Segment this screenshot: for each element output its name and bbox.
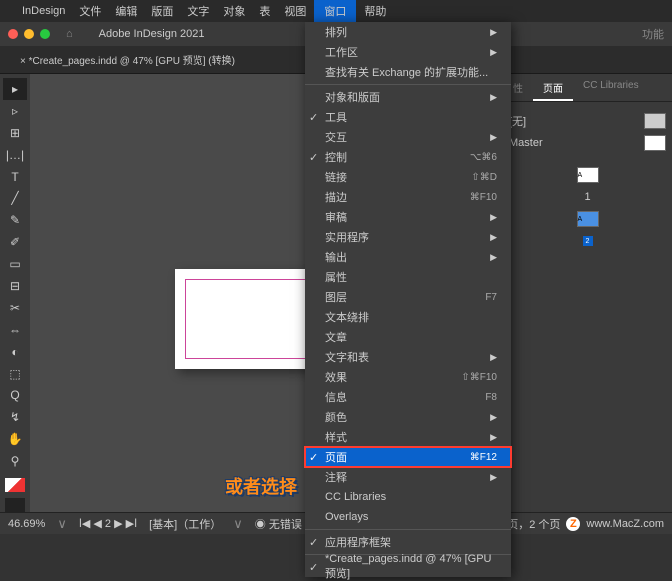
menu-item[interactable]: 样式▶ [305, 427, 511, 447]
line-tool[interactable]: ╱ [3, 187, 27, 209]
menu-item[interactable]: 链接⇧⌘D [305, 167, 511, 187]
page-thumb-1[interactable]: A [577, 167, 599, 183]
right-panel: 性 页面 CC Libraries [无] Master A 1 A 2 [502, 74, 672, 512]
eyedropper-tool[interactable]: ↯ [3, 406, 27, 428]
menu-item[interactable]: 工作区▶ [305, 42, 511, 62]
tool-palette: ▸ ▹ ⊞ |…| T ╱ ✎ ✐ ▭ ⊟ ✂ ⇔ ◐ ⬚ Q ↯ ✋ ⚲ [0, 74, 30, 512]
menu-item[interactable]: Overlays [305, 507, 511, 527]
rectangle-tool[interactable]: ⊟ [3, 275, 27, 297]
menu-layout[interactable]: 版面 [151, 3, 173, 19]
page-number-1: 1 [584, 191, 590, 203]
minimize-traffic-light[interactable] [24, 29, 34, 39]
menu-object[interactable]: 对象 [223, 3, 245, 19]
none-master-label[interactable]: [无] [509, 113, 526, 129]
menu-item[interactable]: 描边⌘F10 [305, 187, 511, 207]
menu-table[interactable]: 表 [259, 3, 270, 19]
fill-stroke-swatch[interactable] [5, 478, 25, 492]
menu-item[interactable]: 属性 [305, 267, 511, 287]
none-master-thumb[interactable] [644, 113, 666, 129]
menu-type[interactable]: 文字 [187, 3, 209, 19]
feature-button[interactable]: 功能 [642, 26, 664, 42]
default-swatch[interactable] [5, 498, 25, 512]
macz-logo-icon: Z [566, 517, 580, 531]
system-menubar: InDesign 文件 编辑 版面 文字 对象 表 视图 窗口 帮助 [0, 0, 672, 22]
menu-item[interactable]: 信息F8 [305, 387, 511, 407]
menu-item[interactable]: 文字和表▶ [305, 347, 511, 367]
gap-tool[interactable]: |…| [3, 144, 27, 166]
page-nav[interactable]: ⅼ◀ ◀ 2 ▶ ▶ⅼ [79, 517, 137, 530]
menu-item[interactable]: ✓工具 [305, 107, 511, 127]
menu-help[interactable]: 帮助 [364, 3, 386, 19]
menu-item[interactable]: 注释▶ [305, 467, 511, 487]
zoom-tool[interactable]: ⚲ [3, 450, 27, 472]
scissors-tool[interactable]: ✂ [3, 297, 27, 319]
menu-item[interactable]: 审稿▶ [305, 207, 511, 227]
menu-item[interactable]: 输出▶ [305, 247, 511, 267]
app-title: Adobe InDesign 2021 [99, 28, 205, 40]
menu-item[interactable]: 对象和版面▶ [305, 87, 511, 107]
menu-item[interactable]: ✓*Create_pages.indd @ 47% [GPU 预览] [305, 557, 511, 577]
color-theme-tool[interactable]: Q [3, 384, 27, 406]
selection-tool[interactable]: ▸ [3, 78, 27, 100]
master-thumb[interactable] [644, 135, 666, 151]
window-menu-dropdown: 排列▶工作区▶查找有关 Exchange 的扩展功能... 对象和版面▶✓工具交互… [305, 22, 511, 577]
type-tool[interactable]: T [3, 166, 27, 188]
pencil-tool[interactable]: ✐ [3, 231, 27, 253]
maximize-traffic-light[interactable] [40, 29, 50, 39]
preflight-status[interactable]: ◉ 无错误 [255, 516, 302, 532]
menu-item[interactable]: 文本绕排 [305, 307, 511, 327]
menu-item[interactable]: 图层F7 [305, 287, 511, 307]
menu-file[interactable]: 文件 [79, 3, 101, 19]
menu-view[interactable]: 视图 [284, 3, 306, 19]
menu-item[interactable]: 交互▶ [305, 127, 511, 147]
note-tool[interactable]: ⬚ [3, 363, 27, 385]
menu-item[interactable]: 实用程序▶ [305, 227, 511, 247]
workspace-label[interactable]: [基本]（工作） [149, 516, 221, 532]
watermark: www.MacZ.com [586, 518, 664, 530]
menu-window[interactable]: 窗口 [314, 0, 356, 22]
document-tab[interactable]: × *Create_pages.indd @ 47% [GPU 预览] (转换) [20, 52, 235, 67]
app-menu[interactable]: InDesign [22, 5, 65, 17]
gradient-tool[interactable]: ◐ [3, 341, 27, 363]
free-transform-tool[interactable]: ⇔ [3, 319, 27, 341]
menu-item[interactable]: ✓应用程序框架 [305, 532, 511, 552]
menu-item[interactable]: CC Libraries [305, 487, 511, 507]
panel-tab-cclibraries[interactable]: CC Libraries [573, 74, 649, 101]
pen-tool[interactable]: ✎ [3, 209, 27, 231]
menu-edit[interactable]: 编辑 [115, 3, 137, 19]
menu-item[interactable]: 效果⇧⌘F10 [305, 367, 511, 387]
menu-item[interactable]: 文章 [305, 327, 511, 347]
close-traffic-light[interactable] [8, 29, 18, 39]
menu-item[interactable]: 查找有关 Exchange 的扩展功能... [305, 62, 511, 82]
hand-tool[interactable]: ✋ [3, 428, 27, 450]
menu-item[interactable]: 颜色▶ [305, 407, 511, 427]
menu-item[interactable]: ✓页面⌘F12 [305, 447, 511, 467]
rectangle-frame-tool[interactable]: ▭ [3, 253, 27, 275]
page-thumb-2[interactable]: A [577, 211, 599, 227]
home-icon[interactable]: ⌂ [66, 28, 73, 40]
zoom-level[interactable]: 46.69% [8, 518, 45, 530]
page-number-2: 2 [583, 236, 593, 246]
menu-item[interactable]: ✓控制⌥⌘6 [305, 147, 511, 167]
master-label[interactable]: Master [509, 137, 543, 149]
page-tool[interactable]: ⊞ [3, 122, 27, 144]
panel-tab-pages[interactable]: 页面 [533, 74, 573, 101]
direct-selection-tool[interactable]: ▹ [3, 100, 27, 122]
menu-item[interactable]: 排列▶ [305, 22, 511, 42]
